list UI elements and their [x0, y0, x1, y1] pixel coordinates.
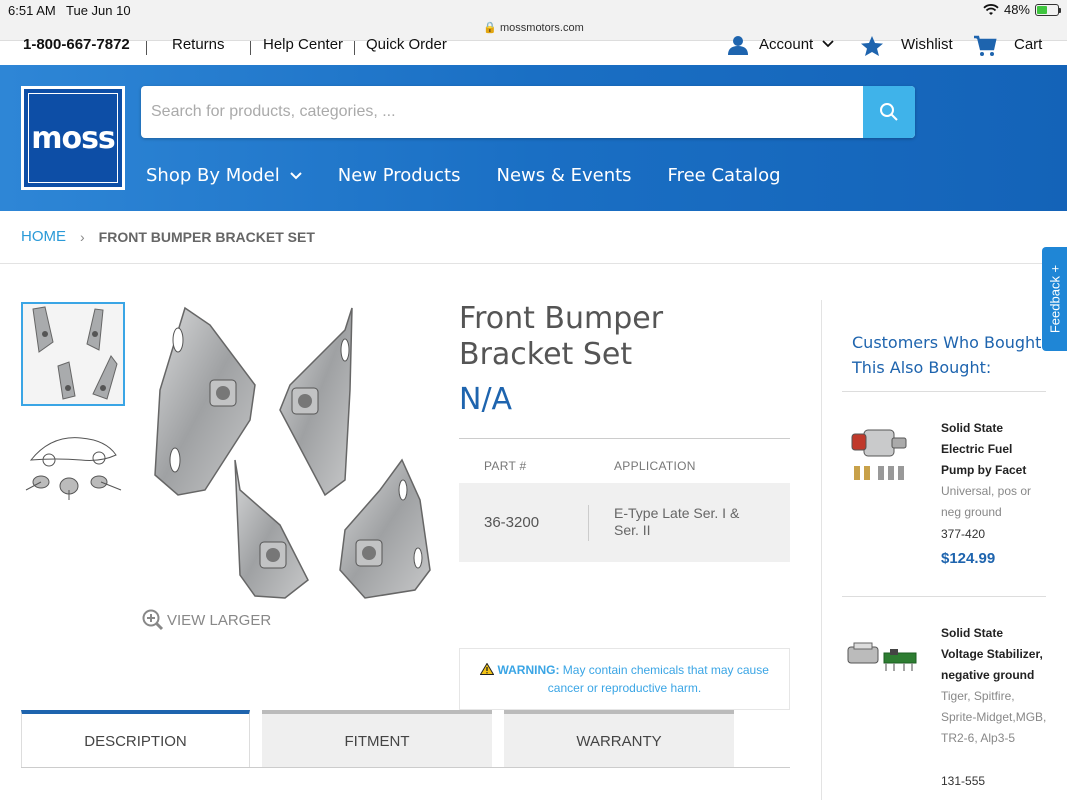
- battery-percent: 48%: [1003, 2, 1030, 17]
- tab-fitment[interactable]: FITMENT: [262, 710, 492, 768]
- fuel-pump-image[interactable]: [842, 420, 922, 490]
- utility-bar: 1-800-667-7872 Returns Help Center Quick…: [0, 35, 1067, 65]
- warning-icon: [479, 662, 495, 675]
- feedback-button[interactable]: Feedback +: [1042, 247, 1067, 351]
- zoom-in-icon: [142, 609, 164, 631]
- warning-text: May contain chemicals that may cause: [562, 663, 769, 677]
- chevron-down-icon: [290, 171, 302, 179]
- account-icon[interactable]: [727, 35, 749, 55]
- main-product-image[interactable]: [140, 300, 440, 605]
- voltage-stabilizer-image[interactable]: [842, 625, 922, 695]
- status-date: Tue Jun 10: [66, 3, 131, 18]
- recommended-product-name[interactable]: Solid State Electric Fuel Pump by Facet: [941, 418, 1047, 481]
- breadcrumb-home[interactable]: HOME: [21, 228, 66, 245]
- wifi-icon: [983, 3, 999, 15]
- nav-free-catalog[interactable]: Free Catalog: [668, 165, 781, 186]
- warning-line: WARNING: May contain chemicals that may …: [460, 661, 789, 679]
- fuel-pump-picture: [851, 429, 907, 480]
- table-header-application: APPLICATION: [614, 459, 696, 473]
- breadcrumb: HOME › FRONT BUMPER BRACKET SET: [21, 228, 315, 245]
- divider: [21, 767, 790, 768]
- main-nav: Shop By Model New Products News & Events…: [146, 165, 781, 186]
- moss-logo[interactable]: moss: [21, 86, 125, 190]
- prop65-warning: WARNING: May contain chemicals that may …: [459, 648, 790, 710]
- returns-link[interactable]: Returns: [172, 36, 225, 53]
- star-icon[interactable]: [859, 35, 885, 57]
- nav-shop-by-model[interactable]: Shop By Model: [146, 165, 302, 186]
- divider: [0, 263, 1067, 264]
- search-input[interactable]: [141, 86, 863, 138]
- view-larger-label: VIEW LARGER: [167, 611, 272, 629]
- recommended-product-description: Tiger, Spitfire, Sprite-Midget,MGB, TR2-…: [941, 689, 1047, 745]
- tab-description[interactable]: DESCRIPTION: [21, 710, 250, 768]
- product-title: Front Bumper Bracket Set: [459, 301, 664, 372]
- recommended-product-sku: 131-555: [941, 774, 986, 788]
- account-link[interactable]: Account: [759, 36, 813, 53]
- recommended-product-name[interactable]: Solid State Voltage Stabilizer, negative…: [941, 623, 1047, 686]
- divider: [146, 41, 147, 55]
- address-bar[interactable]: 🔒 mossmotors.com: [0, 21, 1067, 34]
- voltage-stabilizer-picture: [847, 642, 917, 671]
- logo-text: moss: [28, 93, 118, 183]
- quick-order-link[interactable]: Quick Order: [366, 36, 447, 53]
- wishlist-link[interactable]: Wishlist: [901, 36, 953, 53]
- divider: [250, 41, 251, 55]
- divider: [842, 596, 1046, 597]
- status-indicators: 48%: [983, 2, 1061, 17]
- chevron-down-icon: [822, 40, 834, 48]
- car-diagram-image: [25, 437, 122, 500]
- lock-icon: 🔒: [483, 22, 497, 34]
- search-icon: [880, 103, 898, 121]
- divider: [821, 300, 822, 800]
- battery-icon: [1035, 3, 1061, 16]
- divider: [354, 41, 355, 55]
- recommended-product-price: $124.99: [941, 550, 996, 567]
- also-bought-title: Customers Who Bought This Also Bought:: [852, 333, 1042, 377]
- table-header-part: PART #: [484, 459, 527, 473]
- help-center-link[interactable]: Help Center: [263, 36, 343, 53]
- site-header: moss Shop By Model New Products News & E…: [0, 65, 1067, 211]
- thumbnail-brackets[interactable]: [21, 302, 125, 406]
- recommended-product-description: Universal, pos or neg ground: [941, 484, 1032, 519]
- divider: [842, 391, 1046, 392]
- bracket-set-image: [154, 306, 431, 599]
- divider: [459, 438, 790, 439]
- search-button[interactable]: [863, 86, 915, 138]
- address-url: mossmotors.com: [500, 22, 584, 34]
- feedback-label: Feedback +: [1047, 264, 1062, 334]
- status-time: 6:51 AM: [8, 3, 56, 18]
- bracket-thumbnail-image: [32, 306, 118, 400]
- thumbnail-diagram[interactable]: [21, 420, 125, 510]
- tab-warranty[interactable]: WARRANTY: [504, 710, 734, 768]
- browser-status-bar: 6:51 AM Tue Jun 10 🔒 mossmotors.com 48%: [0, 0, 1067, 40]
- table-row: 36-3200 E-Type Late Ser. I & Ser. II: [459, 483, 790, 562]
- part-number: 36-3200: [484, 514, 540, 531]
- divider: [588, 505, 589, 541]
- warning-label: WARNING:: [497, 663, 560, 677]
- search-bar: [141, 86, 915, 138]
- breadcrumb-current: FRONT BUMPER BRACKET SET: [98, 228, 315, 245]
- nav-label: Shop By Model: [146, 165, 280, 186]
- recommended-product-sku: 377-420: [941, 527, 986, 541]
- warning-text-line2: cancer or reproductive harm.: [547, 681, 702, 695]
- phone-number[interactable]: 1-800-667-7872: [23, 36, 130, 53]
- cart-link[interactable]: Cart: [1014, 36, 1042, 53]
- cart-icon[interactable]: [973, 35, 997, 57]
- application: E-Type Late Ser. I & Ser. II: [614, 505, 740, 538]
- nav-news-events[interactable]: News & Events: [496, 165, 631, 186]
- product-price: N/A: [459, 382, 513, 417]
- view-larger-button[interactable]: VIEW LARGER: [142, 609, 271, 631]
- breadcrumb-separator: ›: [80, 228, 85, 245]
- nav-new-products[interactable]: New Products: [338, 165, 461, 186]
